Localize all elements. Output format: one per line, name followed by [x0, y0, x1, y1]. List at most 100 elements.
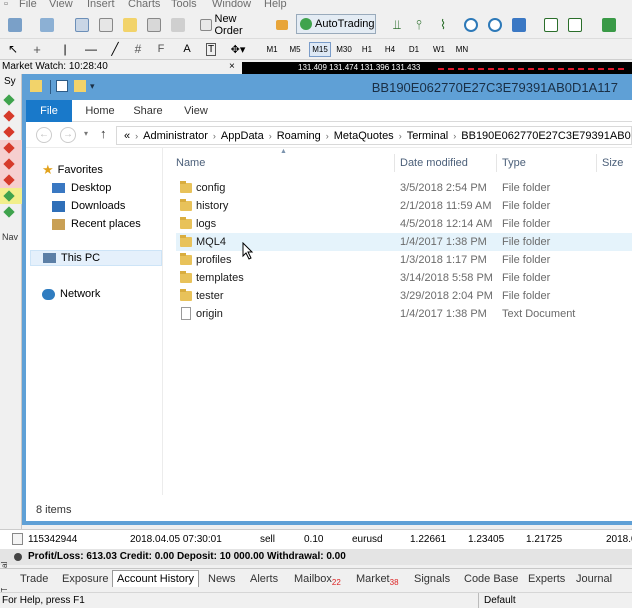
profiles-button[interactable]	[34, 15, 60, 35]
quick-access-dropdown-icon[interactable]: ▾	[90, 81, 95, 92]
ribbon-tab-view[interactable]: View	[174, 100, 218, 122]
tab-market[interactable]: Market38	[352, 571, 403, 588]
nav-this-pc[interactable]: This PC	[30, 250, 162, 266]
file-row[interactable]: tester 3/29/2018 2:04 PM File folder	[176, 287, 632, 305]
address-breadcrumb[interactable]: « › Administrator › AppData › Roaming › …	[116, 126, 632, 145]
breadcrumb-roaming[interactable]: Roaming	[277, 130, 321, 142]
forward-button[interactable]: →	[60, 127, 76, 143]
vertical-line-button[interactable]: |	[58, 39, 72, 59]
fibonacci-button[interactable]: F	[152, 39, 170, 59]
tf-m15[interactable]: M15	[309, 42, 331, 57]
menu-window[interactable]: Window	[212, 0, 251, 10]
column-header-size[interactable]: Size	[602, 154, 623, 172]
ribbon-tab-share[interactable]: Share	[126, 100, 170, 122]
tf-d1[interactable]: D1	[405, 42, 423, 57]
tf-h4[interactable]: H4	[381, 42, 399, 57]
tab-code-base[interactable]: Code Base	[460, 571, 522, 588]
candlestick-button[interactable]: ⫯	[410, 15, 428, 35]
nav-desktop[interactable]: Desktop	[52, 180, 111, 196]
tab-trade[interactable]: Trade	[16, 571, 52, 588]
up-button[interactable]: ↑	[100, 126, 107, 141]
cursor-button[interactable]: ↖	[4, 39, 22, 59]
zoom-in-button[interactable]	[462, 15, 480, 35]
tab-account-history[interactable]: Account History	[112, 570, 200, 587]
menu-file[interactable]: File	[19, 0, 37, 10]
new-folder-icon[interactable]	[74, 80, 86, 92]
autotrading-button[interactable]: AutoTrading	[296, 14, 376, 34]
recent-locations-icon[interactable]: ▾	[84, 129, 88, 138]
menu-view[interactable]: View	[49, 0, 73, 10]
trendline-button[interactable]: ╱	[106, 39, 124, 59]
menu-insert[interactable]: Insert	[87, 0, 115, 10]
tab-news[interactable]: News	[204, 571, 240, 588]
tf-mn[interactable]: MN	[452, 42, 472, 57]
breadcrumb-metaquotes[interactable]: MetaQuotes	[334, 130, 394, 142]
status-profile[interactable]: Default	[484, 593, 516, 608]
tile-windows-button[interactable]	[510, 15, 528, 35]
symbol-row[interactable]	[0, 92, 22, 108]
symbol-row[interactable]	[0, 172, 22, 188]
indicators-button[interactable]	[596, 15, 622, 35]
bar-chart-button[interactable]: ⫫	[388, 15, 406, 35]
expert-button[interactable]	[272, 15, 292, 35]
channel-button[interactable]: #	[128, 39, 148, 59]
nav-favorites[interactable]: ★ Favorites	[42, 162, 103, 178]
market-watch-button[interactable]	[72, 15, 92, 35]
ribbon-tab-file[interactable]: File	[26, 100, 72, 122]
tester-button[interactable]	[168, 15, 188, 35]
ribbon-tab-home[interactable]: Home	[78, 100, 122, 122]
breadcrumb-overflow[interactable]: «	[124, 130, 130, 142]
breadcrumb-terminal[interactable]: Terminal	[407, 130, 449, 142]
new-chart-button[interactable]	[4, 15, 26, 35]
history-table-row[interactable]: 115342944 2018.04.05 07:30:01 sell 0.10 …	[0, 529, 632, 549]
symbol-row[interactable]	[0, 140, 22, 156]
symbol-row[interactable]	[0, 108, 22, 124]
breadcrumb-current[interactable]: BB190E062770E27C3E79391AB0D1	[461, 130, 631, 142]
text-button[interactable]: A	[178, 39, 196, 59]
tf-w1[interactable]: W1	[429, 42, 449, 57]
column-header-name[interactable]: Name	[176, 154, 205, 172]
tf-m1[interactable]: M1	[262, 42, 282, 57]
file-row[interactable]: history 2/1/2018 11:59 AM File folder	[176, 197, 632, 215]
crosshair-button[interactable]: +	[28, 39, 46, 59]
back-button[interactable]: ←	[36, 127, 52, 143]
autoscroll-button[interactable]	[566, 15, 584, 35]
data-window-button[interactable]	[96, 15, 116, 35]
column-header-type[interactable]: Type	[502, 154, 526, 172]
column-header-date[interactable]: Date modified	[400, 154, 468, 172]
tf-h1[interactable]: H1	[358, 42, 376, 57]
tab-experts[interactable]: Experts	[524, 571, 569, 588]
new-order-button[interactable]: New Order	[196, 13, 266, 37]
breadcrumb-appdata[interactable]: AppData	[221, 130, 264, 142]
tab-exposure[interactable]: Exposure	[58, 571, 112, 588]
nav-recent[interactable]: Recent places	[52, 216, 141, 232]
symbol-row[interactable]	[0, 156, 22, 172]
arrows-button[interactable]: ✥▾	[226, 39, 250, 59]
tab-journal[interactable]: Journal	[572, 571, 616, 588]
symbol-row[interactable]	[0, 204, 22, 220]
file-row[interactable]: logs 4/5/2018 12:14 AM File folder	[176, 215, 632, 233]
line-chart-button[interactable]: ⌇	[434, 15, 452, 35]
file-row[interactable]: origin 1/4/2017 1:38 PM Text Document	[176, 305, 632, 323]
properties-icon[interactable]	[56, 80, 68, 92]
file-row[interactable]: templates 3/14/2018 5:58 PM File folder	[176, 269, 632, 287]
symbol-row[interactable]	[0, 124, 22, 140]
symbol-row[interactable]	[0, 188, 22, 204]
menu-tools[interactable]: Tools	[171, 0, 197, 10]
label-button[interactable]: T	[202, 39, 220, 59]
tab-alerts[interactable]: Alerts	[246, 571, 282, 588]
breadcrumb-administrator[interactable]: Administrator	[143, 130, 208, 142]
menu-help[interactable]: Help	[264, 0, 287, 10]
chart-shift-button[interactable]	[542, 15, 560, 35]
tab-signals[interactable]: Signals	[410, 571, 454, 588]
nav-network[interactable]: Network	[42, 286, 100, 302]
terminal-button[interactable]	[144, 15, 164, 35]
symbol-tab[interactable]: Sy	[4, 76, 16, 87]
tab-mailbox[interactable]: Mailbox22	[290, 571, 345, 588]
tf-m30[interactable]: M30	[333, 42, 355, 57]
nav-downloads[interactable]: Downloads	[52, 198, 125, 214]
market-watch-close-button[interactable]: ×	[229, 60, 235, 74]
navigator-tab[interactable]: Nav	[2, 232, 18, 242]
file-row[interactable]: config 3/5/2018 2:54 PM File folder	[176, 179, 632, 197]
menu-charts[interactable]: Charts	[128, 0, 160, 10]
